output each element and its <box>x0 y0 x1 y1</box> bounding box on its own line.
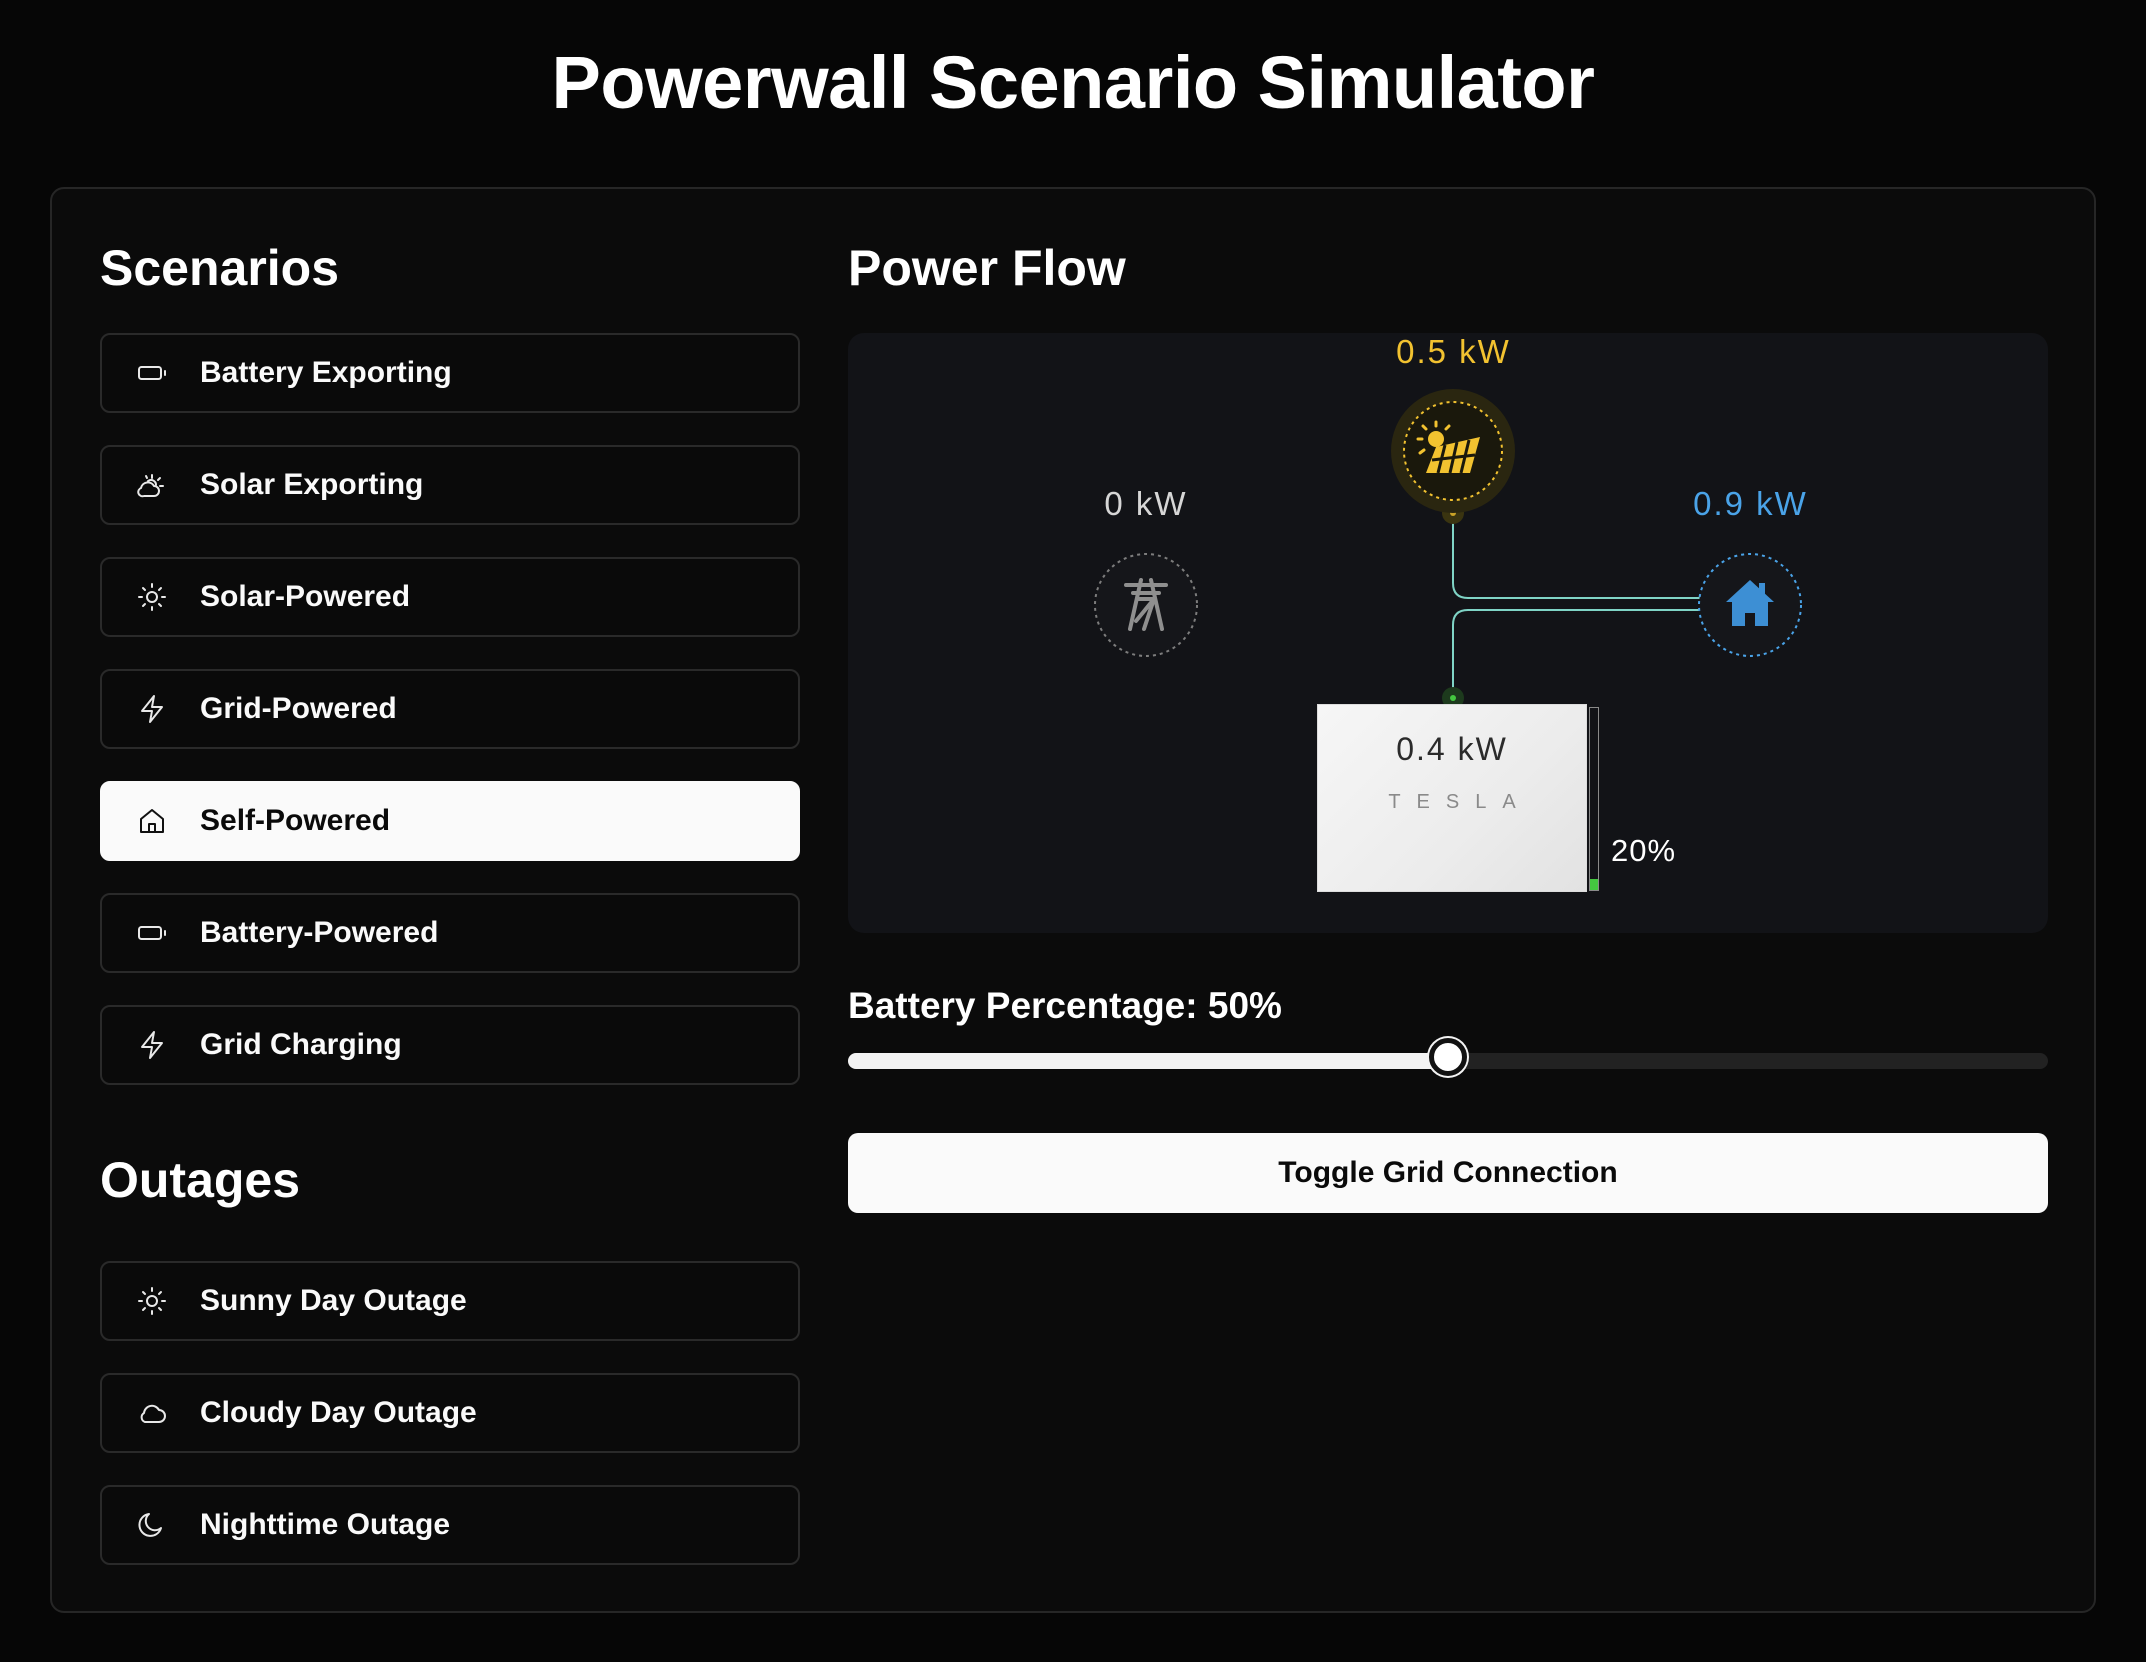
outage-label: Cloudy Day Outage <box>200 1396 477 1429</box>
battery-percentage-label: Battery Percentage: 50% <box>848 985 1282 1026</box>
solar-power-value: 0.5 kW <box>1396 333 1511 370</box>
scenarios-heading: Scenarios <box>100 240 340 296</box>
outage-button-nighttime-outage[interactable]: Nighttime Outage <box>100 1485 800 1565</box>
scenario-button-battery-powered[interactable]: Battery-Powered <box>100 893 800 973</box>
scenario-label: Solar Exporting <box>200 468 424 501</box>
powerwall-unit: 0.4 kW TESLA <box>1318 705 1586 891</box>
page-title: Powerwall Scenario Simulator <box>551 41 1595 124</box>
outages-heading: Outages <box>100 1152 301 1208</box>
grid-power-value: 0 kW <box>1104 485 1188 522</box>
battery-charge-bar <box>1589 707 1599 891</box>
home-node <box>1698 553 1802 657</box>
scenario-button-grid-powered[interactable]: Grid-Powered <box>100 669 800 749</box>
battery-icon <box>134 915 170 951</box>
cloud-icon <box>134 1395 170 1431</box>
scenario-button-solar-powered[interactable]: Solar-Powered <box>100 557 800 637</box>
scenario-label: Battery Exporting <box>200 356 452 389</box>
moon-icon <box>134 1507 170 1543</box>
sun-cloud-icon <box>134 467 170 503</box>
grid-node <box>1094 553 1198 657</box>
scenario-button-solar-exporting[interactable]: Solar Exporting <box>100 445 800 525</box>
battery-charge-label: 20% <box>1611 833 1677 868</box>
sun-icon <box>134 579 170 615</box>
sun-icon <box>134 1283 170 1319</box>
lightning-icon <box>134 1027 170 1063</box>
scenario-label: Battery-Powered <box>200 916 439 949</box>
power-flow-heading: Power Flow <box>848 240 1126 296</box>
outage-label: Nighttime Outage <box>200 1508 451 1541</box>
battery-charge-fill <box>1590 879 1598 890</box>
scenario-label: Grid Charging <box>200 1028 402 1061</box>
solar-node <box>1391 389 1515 513</box>
power-flow-diagram: 0.5 kW 0 kW 0.9 kW 0.4 kW TESLA 20% <box>848 333 2048 933</box>
toggle-grid-connection-button[interactable]: Toggle Grid Connection <box>848 1133 2048 1213</box>
outage-button-cloudy-day-outage[interactable]: Cloudy Day Outage <box>100 1373 800 1453</box>
tesla-logo: TESLA <box>1388 791 1532 813</box>
outage-label: Sunny Day Outage <box>200 1284 467 1317</box>
scenario-button-self-powered[interactable]: Self-Powered <box>100 781 800 861</box>
home-power-value: 0.9 kW <box>1693 485 1808 522</box>
battery-percentage-slider[interactable] <box>848 1038 2048 1076</box>
scenario-label: Solar-Powered <box>200 580 411 613</box>
slider-fill <box>848 1053 1448 1069</box>
lightning-icon <box>134 691 170 727</box>
slider-thumb[interactable] <box>1429 1038 1467 1076</box>
outage-button-sunny-day-outage[interactable]: Sunny Day Outage <box>100 1261 800 1341</box>
battery-icon <box>134 355 170 391</box>
scenario-button-battery-exporting[interactable]: Battery Exporting <box>100 333 800 413</box>
home-icon <box>134 803 170 839</box>
scenario-label: Grid-Powered <box>200 692 397 725</box>
scenario-button-grid-charging[interactable]: Grid Charging <box>100 1005 800 1085</box>
scenario-label: Self-Powered <box>200 804 391 837</box>
battery-power-value: 0.4 kW <box>1396 731 1508 767</box>
